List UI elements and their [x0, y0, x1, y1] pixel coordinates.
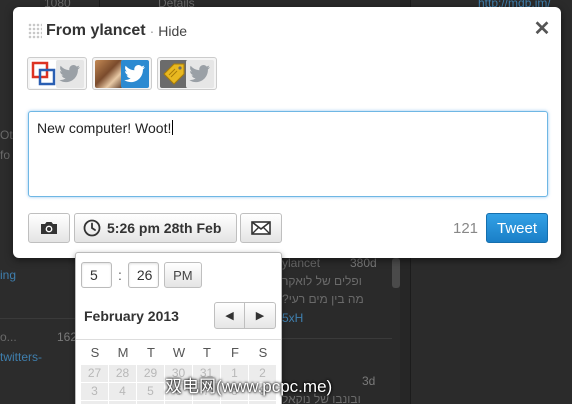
twitter-bird-icon [186, 60, 214, 88]
calendar-divider [76, 339, 281, 340]
bg-mid-text: ופלים של לואקר [282, 274, 362, 288]
schedule-time-label: 5:26 pm 28th Feb [107, 220, 222, 236]
header-separator: · [149, 23, 155, 39]
tweet-button[interactable]: Tweet [486, 213, 548, 243]
bg-scrollbar[interactable] [392, 258, 400, 288]
time-picker: 5 : 26 PM [81, 262, 202, 288]
weekday-label: M [117, 345, 129, 360]
month-navigation: ◀ ▶ [214, 302, 276, 329]
bg-left-link: ing [0, 268, 17, 282]
previous-month-button[interactable]: ◀ [214, 302, 245, 329]
bg-mid-meta: 3d [362, 374, 376, 388]
camera-icon [41, 222, 57, 234]
bg-mid-user: ylancet [282, 256, 321, 270]
bg-mid-text: ?מה בין מים רעי [282, 292, 364, 306]
clock-icon [83, 219, 101, 237]
add-image-button[interactable] [28, 213, 70, 243]
time-colon: : [118, 267, 122, 283]
compose-dialog: From ylancet · Hide ✕ New computer! Woot… [13, 7, 561, 258]
account-logo-avatar [30, 60, 58, 88]
account-toggle-1[interactable] [27, 57, 87, 90]
bg-mid-link: 5xH [282, 311, 304, 325]
dialog-header: From ylancet · Hide [28, 21, 187, 41]
weekday-label: T [203, 345, 211, 360]
account-selector [27, 57, 217, 90]
bg-mid-meta: 380d [350, 256, 377, 270]
next-month-button[interactable]: ▶ [245, 302, 276, 329]
calendar-day[interactable]: 4 [109, 383, 136, 400]
hide-link[interactable]: Hide [158, 23, 187, 39]
weekday-label: F [231, 345, 239, 360]
twitter-bird-icon [121, 60, 149, 88]
character-count: 121 [453, 220, 479, 237]
weekday-label: S [90, 345, 100, 360]
close-icon[interactable]: ✕ [533, 19, 551, 39]
calendar-day[interactable]: 28 [109, 365, 136, 382]
weekday-label: S [258, 345, 268, 360]
calendar-day[interactable]: 3 [81, 383, 108, 400]
account-toggle-2[interactable] [92, 57, 152, 90]
calendar-day[interactable]: 29 [137, 365, 164, 382]
schedule-button[interactable]: 5:26 pm 28th Feb [74, 213, 237, 243]
calendar-day[interactable]: 27 [81, 365, 108, 382]
account-photo-avatar [95, 60, 123, 88]
tweet-text-content: New computer! Woot! [37, 120, 174, 136]
calendar-month-title: February 2013 [84, 308, 179, 324]
direct-message-button[interactable] [240, 213, 282, 243]
text-cursor [172, 120, 174, 135]
account-tag-avatar [160, 60, 188, 88]
bg-divider [282, 338, 392, 339]
bg-left-text: o... [0, 330, 17, 344]
tweet-textarea[interactable]: New computer! Woot! [28, 111, 548, 197]
hour-input[interactable]: 5 [81, 262, 112, 288]
ampm-toggle-button[interactable]: PM [163, 262, 202, 288]
from-account-label: From ylancet [46, 22, 146, 39]
weekday-label: T [147, 345, 155, 360]
bg-left-link: twitters- [0, 350, 42, 364]
twitter-bird-icon [56, 60, 84, 88]
minute-input[interactable]: 26 [127, 262, 159, 288]
weekday-label: W [172, 345, 186, 360]
drag-handle-icon[interactable] [28, 23, 42, 39]
calendar-day[interactable]: 5 [137, 383, 164, 400]
weekday-header: S M T W T F S [81, 345, 277, 360]
bg-left-text: Ot [0, 128, 13, 142]
compose-toolbar: 5:26 pm 28th Feb 121 Tweet [28, 213, 548, 243]
account-toggle-3[interactable] [157, 57, 217, 90]
watermark-text: 双电网(www.pcpc.me) [165, 377, 333, 396]
envelope-icon [251, 221, 271, 235]
bg-left-text: fo [0, 148, 11, 162]
